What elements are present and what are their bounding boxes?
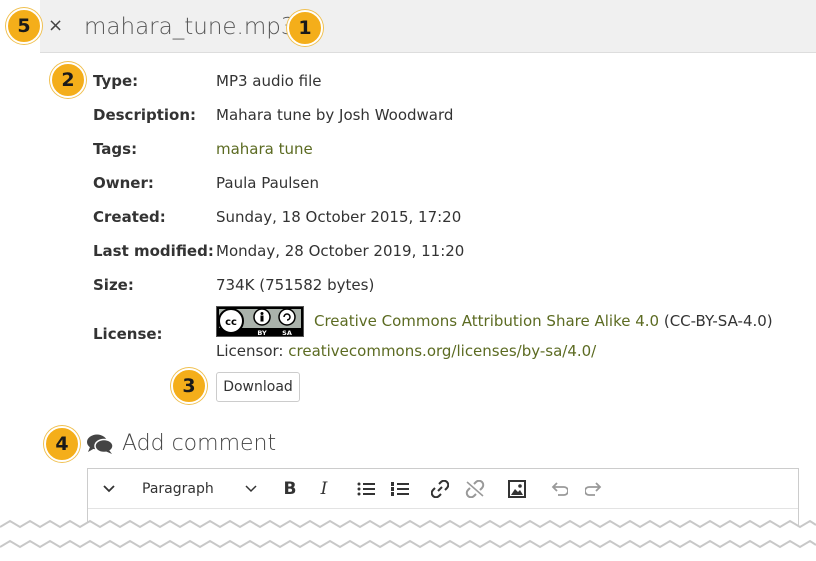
italic-icon[interactable]: I [315,478,333,500]
add-comment-label: Add comment [122,431,277,456]
editor-toolbar: Paragraph B I [88,469,798,509]
description-label: Description: [93,106,197,124]
block-format-value: Paragraph [142,481,214,497]
license-link[interactable]: Creative Commons Attribution Share Alike… [314,312,659,330]
license-label: License: [93,325,163,343]
unlink-icon[interactable] [464,478,486,500]
type-value: MP3 audio file [216,72,322,90]
licensor-line: Licensor: creativecommons.org/licenses/b… [216,341,596,361]
comments-icon [87,434,114,454]
owner-label: Owner: [93,174,154,192]
type-label: Type: [93,72,139,90]
page-title: mahara_tune.mp3 [84,14,296,40]
owner-value: Paula Paulsen [216,174,319,192]
chevron-down-icon[interactable] [102,478,116,500]
numbered-list-icon[interactable] [390,478,410,500]
created-label: Created: [93,208,166,226]
link-icon[interactable] [430,478,450,500]
size-label: Size: [93,276,134,294]
description-value: Mahara tune by Josh Woodward [216,106,454,124]
download-button[interactable]: Download [216,372,300,402]
created-value: Sunday, 18 October 2015, 17:20 [216,208,462,226]
cc-text: cc [225,317,237,328]
bold-icon[interactable]: B [281,478,299,500]
modified-value: Monday, 28 October 2019, 11:20 [216,242,465,260]
size-value: 734K (751582 bytes) [216,276,375,294]
cc-logo-graphic: cc BY SA [218,308,296,337]
by-text: BY [257,329,267,337]
bullet-list-icon[interactable] [356,478,376,500]
modified-label: Last modified: [93,242,214,260]
redo-icon[interactable] [584,478,604,500]
close-button[interactable]: × [48,16,63,36]
callout-badge-5: 5 [6,8,42,44]
tag-link[interactable]: mahara tune [216,139,313,159]
add-comment-heading[interactable]: Add comment [86,430,276,458]
block-format-chevron-icon[interactable] [244,478,258,500]
torn-edge-decoration [0,519,816,561]
cc-by-sa-logo[interactable]: cc BY SA [216,306,304,337]
undo-icon[interactable] [549,478,569,500]
sa-text: SA [282,329,292,337]
callout-badge-4: 4 [44,426,80,462]
callout-badge-3: 3 [171,368,207,404]
tags-label: Tags: [93,140,138,158]
callout-badge-1: 1 [287,10,323,46]
licensor-label: Licensor: [216,342,284,360]
callout-badge-2: 2 [50,62,86,98]
licensor-link[interactable]: creativecommons.org/licenses/by-sa/4.0/ [288,342,596,360]
license-code: (CC-BY-SA-4.0) [663,312,773,330]
image-icon[interactable] [507,478,527,500]
license-line: Creative Commons Attribution Share Alike… [314,311,773,331]
